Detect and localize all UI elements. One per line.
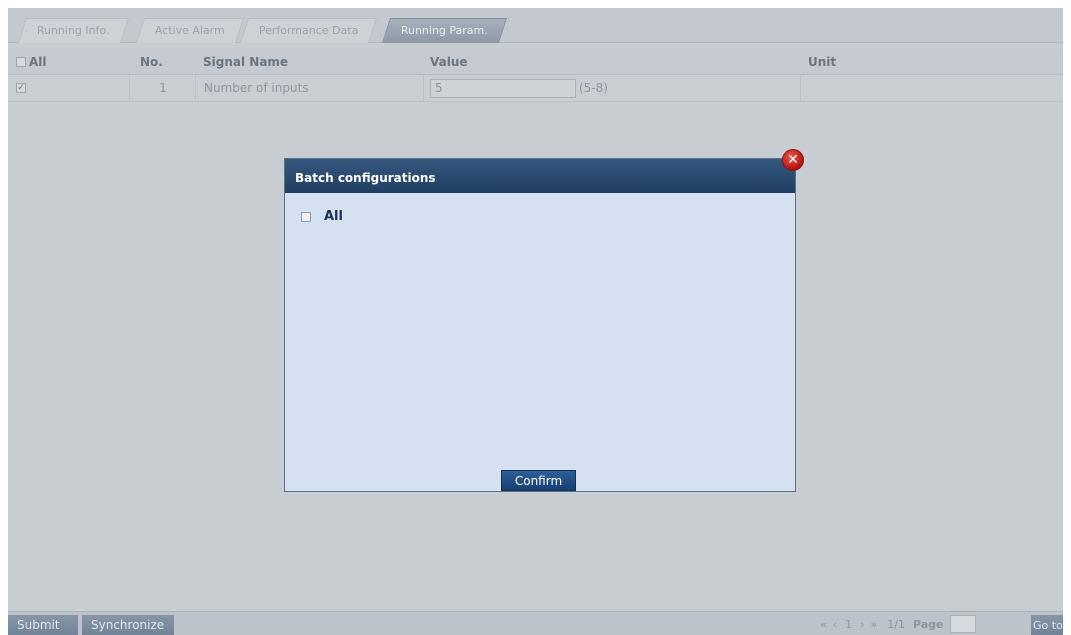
batch-config-dialog: Batch configurations ✕ All Confirm <box>284 149 804 492</box>
page-info: 1/1 <box>887 617 905 631</box>
page-label: Page <box>912 617 944 631</box>
header-signal-name: Signal Name <box>203 55 289 69</box>
header-value: Value <box>430 55 468 69</box>
first-page-icon[interactable]: « <box>820 618 827 631</box>
header-unit: Unit <box>808 55 837 69</box>
last-page-icon[interactable]: » <box>871 618 878 631</box>
submit-button[interactable]: Submit <box>8 615 78 635</box>
select-all-checkbox[interactable] <box>16 57 26 67</box>
value-range: (5-8) <box>579 81 608 95</box>
confirm-button[interactable]: Confirm <box>501 470 576 491</box>
header-all-label: All <box>29 55 47 69</box>
go-to-button[interactable]: Go to <box>1031 615 1063 635</box>
tab-running-param[interactable]: Running Param. <box>381 18 507 43</box>
row-unit <box>800 75 1063 101</box>
synchronize-button[interactable]: Synchronize <box>82 615 174 635</box>
tab-active-alarm[interactable]: Active Alarm <box>135 18 244 43</box>
close-icon[interactable]: ✕ <box>782 149 804 171</box>
current-page-number: 1 <box>845 617 853 631</box>
row-value-cell: (5-8) <box>423 75 608 101</box>
value-input[interactable] <box>430 78 576 98</box>
tab-bar: Running Info. Active Alarm Performance D… <box>8 8 1063 43</box>
header-no: No. <box>140 55 163 69</box>
next-page-icon[interactable]: › <box>860 618 864 631</box>
table-row: ✓ 1 Number of inputs (5-8) <box>8 75 1063 102</box>
app-frame: Running Info. Active Alarm Performance D… <box>8 8 1063 635</box>
dialog-all-label: All <box>324 209 343 224</box>
row-select-cell[interactable]: ✓ <box>16 75 26 101</box>
table-header: All No. Signal Name Value Unit <box>8 50 1063 75</box>
header-all[interactable]: All <box>16 50 47 74</box>
row-signal-name: Number of inputs <box>195 75 309 101</box>
bottom-toolbar: Submit Synchronize « ‹ 1 › » 1/1 Page Go… <box>8 611 1063 635</box>
row-checkbox[interactable]: ✓ <box>16 83 26 93</box>
dialog-all-checkbox[interactable] <box>301 211 311 222</box>
dialog-all-option[interactable]: All <box>301 209 343 224</box>
page-number-input[interactable] <box>949 615 976 633</box>
pagination: « ‹ 1 › » 1/1 Page <box>820 612 976 635</box>
prev-page-icon[interactable]: ‹ <box>833 618 837 631</box>
dialog-title: Batch configurations <box>285 159 795 193</box>
tab-performance-data[interactable]: Performance Data <box>239 18 378 43</box>
row-no: 1 <box>129 75 196 101</box>
tab-running-info[interactable]: Running Info. <box>17 18 129 43</box>
